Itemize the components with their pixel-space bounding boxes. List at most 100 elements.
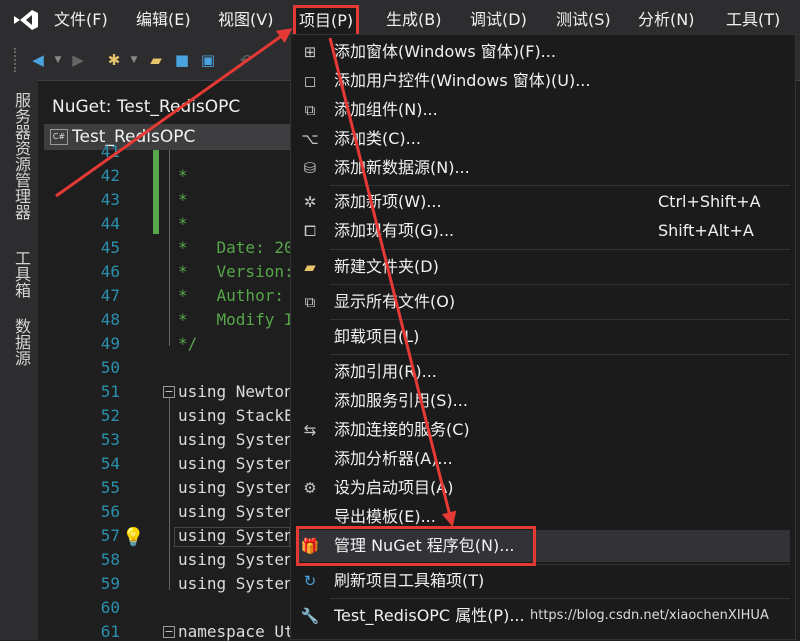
show-all-files-icon: ⧉ xyxy=(304,293,316,311)
menu-item-shortcut: Shift+Alt+A xyxy=(658,221,754,240)
toolbar-grip[interactable] xyxy=(14,48,20,72)
toolbox-tab[interactable]: 工具箱 xyxy=(10,250,32,298)
menu-item-label: 添加现有项(G)... xyxy=(334,221,455,240)
menu-separator xyxy=(330,185,790,186)
new-project-icon[interactable]: ✱ xyxy=(104,50,124,70)
menu-item-label: 设为启动项目(A) xyxy=(334,478,454,497)
menu-item-label: 新建文件夹(D) xyxy=(334,257,439,276)
menu-view[interactable]: 视图(V) xyxy=(218,8,273,32)
line-number: 44 xyxy=(100,214,120,233)
line-number: 55 xyxy=(100,478,120,497)
menu-item-add-service-reference[interactable]: 添加服务引用(S)... xyxy=(290,387,796,415)
menu-item-label: 添加连接的服务(C) xyxy=(334,420,470,439)
code-line: using Systen xyxy=(178,454,294,473)
code-line: using Systen xyxy=(178,502,294,521)
wrench-icon: 🔧 xyxy=(300,607,320,625)
line-number: 51 xyxy=(100,382,120,401)
code-line: using Systen xyxy=(178,574,294,593)
new-dropdown-icon[interactable]: ▼ xyxy=(124,50,144,70)
menu-item-label: 添加服务引用(S)... xyxy=(334,391,468,410)
menu-item-add-new-item[interactable]: ✲ 添加新项(W)... Ctrl+Shift+A xyxy=(290,188,796,216)
line-number: 50 xyxy=(100,358,120,377)
menu-item-shortcut: Ctrl+Shift+A xyxy=(658,192,761,211)
menu-item-new-folder[interactable]: ▰ 新建文件夹(D) xyxy=(290,253,796,281)
menu-separator xyxy=(330,249,790,250)
code-line: * Version: xyxy=(178,262,294,281)
menu-item-add-reference[interactable]: 添加引用(R)... xyxy=(290,358,796,386)
open-folder-icon[interactable]: ▰ xyxy=(146,50,166,70)
collapse-toggle-icon[interactable]: − xyxy=(163,626,175,638)
menu-build[interactable]: 生成(B) xyxy=(386,8,441,32)
menu-item-add-existing-item[interactable]: ⧠ 添加现有项(G)... Shift+Alt+A xyxy=(290,217,796,245)
menu-project[interactable]: 项目(P) xyxy=(293,5,360,37)
menu-test[interactable]: 测试(S) xyxy=(556,8,611,32)
menu-debug[interactable]: 调试(D) xyxy=(470,8,527,32)
line-number: 46 xyxy=(100,262,120,281)
line-number: 60 xyxy=(100,598,120,617)
menu-item-add-data-source[interactable]: ⛁ 添加新数据源(N)... xyxy=(290,154,796,182)
menu-item-set-startup-project[interactable]: ⚙ 设为启动项目(A) xyxy=(290,474,796,502)
menu-item-add-class[interactable]: ⌥ 添加类(C)... xyxy=(290,125,796,153)
save-all-icon[interactable]: ▣ xyxy=(198,50,218,70)
undo-icon[interactable]: ↶ xyxy=(236,50,256,70)
annotation-highlight-box xyxy=(296,526,536,566)
menu-item-add-analyzer[interactable]: 添加分析器(A)... xyxy=(290,445,796,473)
menu-item-add-component[interactable]: ⧉ 添加组件(N)... xyxy=(290,96,796,124)
menu-item-label: 刷新项目工具箱项(T) xyxy=(334,571,485,590)
menu-separator xyxy=(330,354,790,355)
server-explorer-tab[interactable]: 服务器资源管理器 xyxy=(10,92,32,220)
menu-item-add-form[interactable]: ⊞ 添加窗体(Windows 窗体)(F)... xyxy=(290,38,796,66)
back-icon[interactable]: ◀ xyxy=(28,50,48,70)
menu-item-label: 添加分析器(A)... xyxy=(334,449,453,468)
line-number: 41 xyxy=(100,142,120,161)
menu-separator xyxy=(330,319,790,320)
menu-item-label: 添加组件(N)... xyxy=(334,100,438,119)
code-line: * Modify I xyxy=(178,310,294,329)
menu-item-unload-project[interactable]: 卸载项目(L) xyxy=(290,323,796,351)
refresh-icon: ↻ xyxy=(303,572,317,590)
visual-studio-logo-icon xyxy=(14,10,38,30)
code-line: using StackE xyxy=(178,406,294,425)
menu-item-add-connected-service[interactable]: ⇆ 添加连接的服务(C) xyxy=(290,416,796,444)
add-data-source-icon: ⛁ xyxy=(303,159,317,177)
new-folder-icon: ▰ xyxy=(304,258,316,276)
menu-tools[interactable]: 工具(T) xyxy=(726,8,780,32)
menu-item-refresh-toolbox[interactable]: ↻ 刷新项目工具箱项(T) xyxy=(290,567,796,595)
menu-item-label: 显示所有文件(O) xyxy=(334,292,456,311)
fold-guide xyxy=(169,150,170,346)
add-new-item-icon: ✲ xyxy=(303,193,317,211)
line-number: 43 xyxy=(100,190,120,209)
menu-edit[interactable]: 编辑(E) xyxy=(136,8,191,32)
menu-item-add-user-control[interactable]: ◻ 添加用户控件(Windows 窗体)(U)... xyxy=(290,67,796,95)
menu-item-label: 卸载项目(L) xyxy=(334,327,420,346)
menu-analyze[interactable]: 分析(N) xyxy=(638,8,694,32)
line-number: 54 xyxy=(100,454,120,473)
menu-file[interactable]: 文件(F) xyxy=(54,8,108,32)
line-number: 52 xyxy=(100,406,120,425)
line-number: 58 xyxy=(100,550,120,569)
save-icon[interactable]: ■ xyxy=(172,50,192,70)
data-sources-tab[interactable]: 数据源 xyxy=(10,318,32,366)
code-line: using Systen xyxy=(178,430,294,449)
lightbulb-icon[interactable]: 💡 xyxy=(122,526,144,550)
back-dropdown-icon[interactable]: ▼ xyxy=(48,50,68,70)
connected-service-icon: ⇆ xyxy=(303,421,317,439)
add-user-control-icon: ◻ xyxy=(303,72,317,90)
add-form-icon: ⊞ xyxy=(303,43,317,61)
menu-separator xyxy=(330,598,790,599)
code-line: * xyxy=(178,190,188,209)
line-number: 56 xyxy=(100,502,120,521)
gear-icon: ⚙ xyxy=(303,479,317,497)
menu-item-label: Test_RedisOPC 属性(P)... xyxy=(334,606,525,625)
code-line: using Systen xyxy=(178,550,294,569)
menu-item-show-all-files[interactable]: ⧉ 显示所有文件(O) xyxy=(290,288,796,316)
code-line: * xyxy=(178,214,188,233)
nuget-document-tab[interactable]: NuGet: Test_RedisOPC xyxy=(40,92,240,122)
add-class-icon: ⌥ xyxy=(301,130,319,148)
collapse-toggle-icon[interactable]: − xyxy=(163,386,175,398)
menu-item-label: 添加新项(W)... xyxy=(334,192,442,211)
forward-icon[interactable]: ▶ xyxy=(68,50,88,70)
line-number: 48 xyxy=(100,310,120,329)
menu-item-label: 添加窗体(Windows 窗体)(F)... xyxy=(334,42,556,61)
line-number: 59 xyxy=(100,574,120,593)
